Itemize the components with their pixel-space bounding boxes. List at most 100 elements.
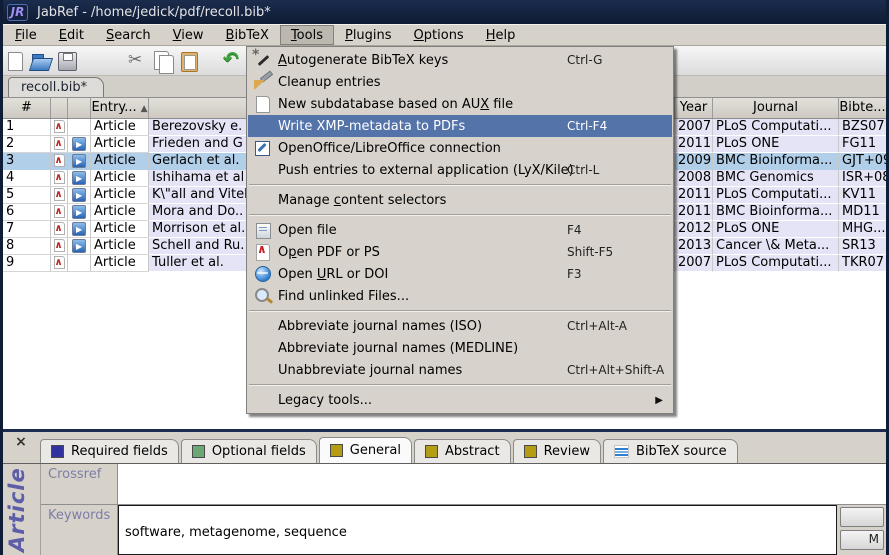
globe-icon xyxy=(252,265,278,283)
menu-icon-spacer xyxy=(252,317,278,335)
url-play-icon[interactable] xyxy=(72,222,86,236)
pdf-file-icon[interactable] xyxy=(54,256,65,269)
column-header-curl[interactable] xyxy=(68,98,91,118)
save-all-icon[interactable] xyxy=(81,49,105,73)
entry-editor-panel: × Required fieldsOptional fieldsGeneralA… xyxy=(0,432,889,555)
menu-item-abbreviate-journal-names-medline[interactable]: Abbreviate journal names (MEDLINE) xyxy=(248,337,672,359)
menu-icon-spacer xyxy=(252,339,278,357)
menu-item-autogenerate-bibtex-keys[interactable]: Autogenerate BibTeX keysCtrl-G xyxy=(248,49,672,71)
bibtexkey-cell: SR13 xyxy=(839,238,886,255)
title-bar: JR JabRef - /home/jedick/pdf/recoll.bib* xyxy=(0,0,889,24)
window-title: JabRef - /home/jedick/pdf/recoll.bib* xyxy=(37,5,271,20)
column-header-journal[interactable]: Journal xyxy=(713,98,839,118)
editor-body: Article Crossref Keywords M xyxy=(3,463,886,555)
pdf-link-cell xyxy=(51,136,68,153)
url-play-icon[interactable] xyxy=(72,137,86,151)
menu-icon-spacer xyxy=(252,361,278,379)
journal-cell: Cancer \& Meta... xyxy=(713,238,839,255)
pdf-file-icon[interactable] xyxy=(54,222,65,235)
field-side-button-1[interactable] xyxy=(840,507,884,527)
column-header-cpdf[interactable] xyxy=(51,98,68,118)
editor-tab-abstract[interactable]: Abstract xyxy=(414,439,511,463)
cut-icon[interactable] xyxy=(125,49,149,73)
menu-item-abbreviate-journal-names-iso[interactable]: Abbreviate journal names (ISO)Ctrl+Alt-A xyxy=(248,315,672,337)
bibtexkey-cell: TKR07 xyxy=(839,255,886,272)
tools-menu-popup: Autogenerate BibTeX keysCtrl-GCleanup en… xyxy=(246,46,674,414)
menu-item-find-unlinked-files[interactable]: Find unlinked Files... xyxy=(248,285,672,307)
journal-cell: PLoS ONE xyxy=(713,221,839,238)
menu-options[interactable]: Options xyxy=(403,25,475,45)
pdf-file-icon[interactable] xyxy=(54,205,65,218)
url-play-icon[interactable] xyxy=(72,188,86,202)
editor-tab-label: BibTeX source xyxy=(636,444,727,459)
menu-item-label: Open PDF or PS xyxy=(278,245,380,260)
pdf-file-icon[interactable] xyxy=(54,137,65,150)
crossref-input[interactable] xyxy=(118,464,886,504)
column-header-bibte[interactable]: Bibte... xyxy=(839,98,886,118)
new-icon[interactable] xyxy=(3,49,27,73)
menu-item-openoffice-libreoffice-connection[interactable]: OpenOffice/LibreOffice connection xyxy=(248,137,672,159)
row-number-cell: 7 xyxy=(3,221,51,238)
submenu-arrow-icon: ▶ xyxy=(655,395,663,406)
pdf-file-icon[interactable] xyxy=(54,120,65,133)
copy-icon[interactable] xyxy=(151,49,175,73)
menu-view[interactable]: View xyxy=(162,25,215,45)
menu-item-new-subdatabase-based-on-aux-file[interactable]: New subdatabase based on AUX file xyxy=(248,93,672,115)
editor-tab-general[interactable]: General xyxy=(319,437,412,463)
menu-item-write-xmp-metadata-to-pdfs[interactable]: Write XMP-metadata to PDFsCtrl-F4 xyxy=(248,115,672,137)
column-header-entry[interactable]: Entry...▲ xyxy=(91,98,149,118)
menu-item-open-url-or-doi[interactable]: Open URL or DOIF3 xyxy=(248,263,672,285)
pdf-file-icon[interactable] xyxy=(54,188,65,201)
menu-item-push-entries-to-external-application-lyx-kile[interactable]: Push entries to external application (Ly… xyxy=(248,159,672,181)
save-icon[interactable] xyxy=(55,49,79,73)
row-number-cell: 3 xyxy=(3,153,51,170)
menu-item-unabbreviate-journal-names[interactable]: Unabbreviate journal namesCtrl+Alt+Shift… xyxy=(248,359,672,381)
editor-tab-required-fields[interactable]: Required fields xyxy=(40,439,179,463)
crossref-row xyxy=(118,464,886,505)
url-play-icon[interactable] xyxy=(72,239,86,253)
menu-edit[interactable]: Edit xyxy=(48,25,95,45)
undo-icon[interactable] xyxy=(221,49,245,73)
menu-help[interactable]: Help xyxy=(475,25,527,45)
url-link-cell xyxy=(68,221,91,238)
row-number-cell: 9 xyxy=(3,255,51,272)
menu-icon-spacer xyxy=(252,117,278,135)
field-side-button-2[interactable]: M xyxy=(840,530,884,550)
url-link-cell xyxy=(68,170,91,187)
editor-tab-review[interactable]: Review xyxy=(513,439,601,463)
menu-item-legacy-tools[interactable]: Legacy tools...▶ xyxy=(248,389,672,411)
menu-shortcut: Ctrl-F4 xyxy=(567,119,607,133)
url-play-icon[interactable] xyxy=(72,154,86,168)
tab-color-swatch xyxy=(192,445,205,458)
menu-file[interactable]: File xyxy=(4,25,48,45)
editor-tab-label: Abstract xyxy=(445,444,500,459)
menu-item-manage-content-selectors[interactable]: Manage content selectors xyxy=(248,189,672,211)
editor-tab-label: Optional fields xyxy=(212,444,306,459)
close-editor-icon[interactable]: × xyxy=(12,435,30,451)
paste-icon[interactable] xyxy=(177,49,201,73)
open-icon[interactable] xyxy=(29,49,53,73)
pdf-file-icon[interactable] xyxy=(54,171,65,184)
column-header-year[interactable]: Year xyxy=(675,98,713,118)
url-link-cell xyxy=(68,187,91,204)
menu-icon-spacer xyxy=(252,391,278,409)
menu-plugins[interactable]: Plugins xyxy=(334,25,403,45)
menu-item-label: Abbreviate journal names (MEDLINE) xyxy=(278,341,518,356)
editor-tab-bibtex-source[interactable]: BibTeX source xyxy=(603,439,738,463)
keywords-input[interactable] xyxy=(118,505,837,555)
bibtexkey-cell: MD11 xyxy=(839,204,886,221)
url-play-icon[interactable] xyxy=(72,205,86,219)
column-header-#[interactable]: # xyxy=(3,98,51,118)
pdf-file-icon[interactable] xyxy=(54,239,65,252)
menu-item-label: Unabbreviate journal names xyxy=(278,363,462,378)
url-play-icon[interactable] xyxy=(72,171,86,185)
menu-item-cleanup-entries[interactable]: Cleanup entries xyxy=(248,71,672,93)
pdf-file-icon[interactable] xyxy=(54,154,65,167)
editor-tab-optional-fields[interactable]: Optional fields xyxy=(181,439,317,463)
database-tab-recoll[interactable]: recoll.bib* xyxy=(8,77,104,97)
menu-bibtex[interactable]: BibTeX xyxy=(215,25,280,45)
menu-tools[interactable]: Tools xyxy=(280,25,334,45)
menu-search[interactable]: Search xyxy=(95,25,162,45)
menu-item-open-file[interactable]: Open fileF4 xyxy=(248,219,672,241)
menu-item-open-pdf-or-ps[interactable]: Open PDF or PSShift-F5 xyxy=(248,241,672,263)
